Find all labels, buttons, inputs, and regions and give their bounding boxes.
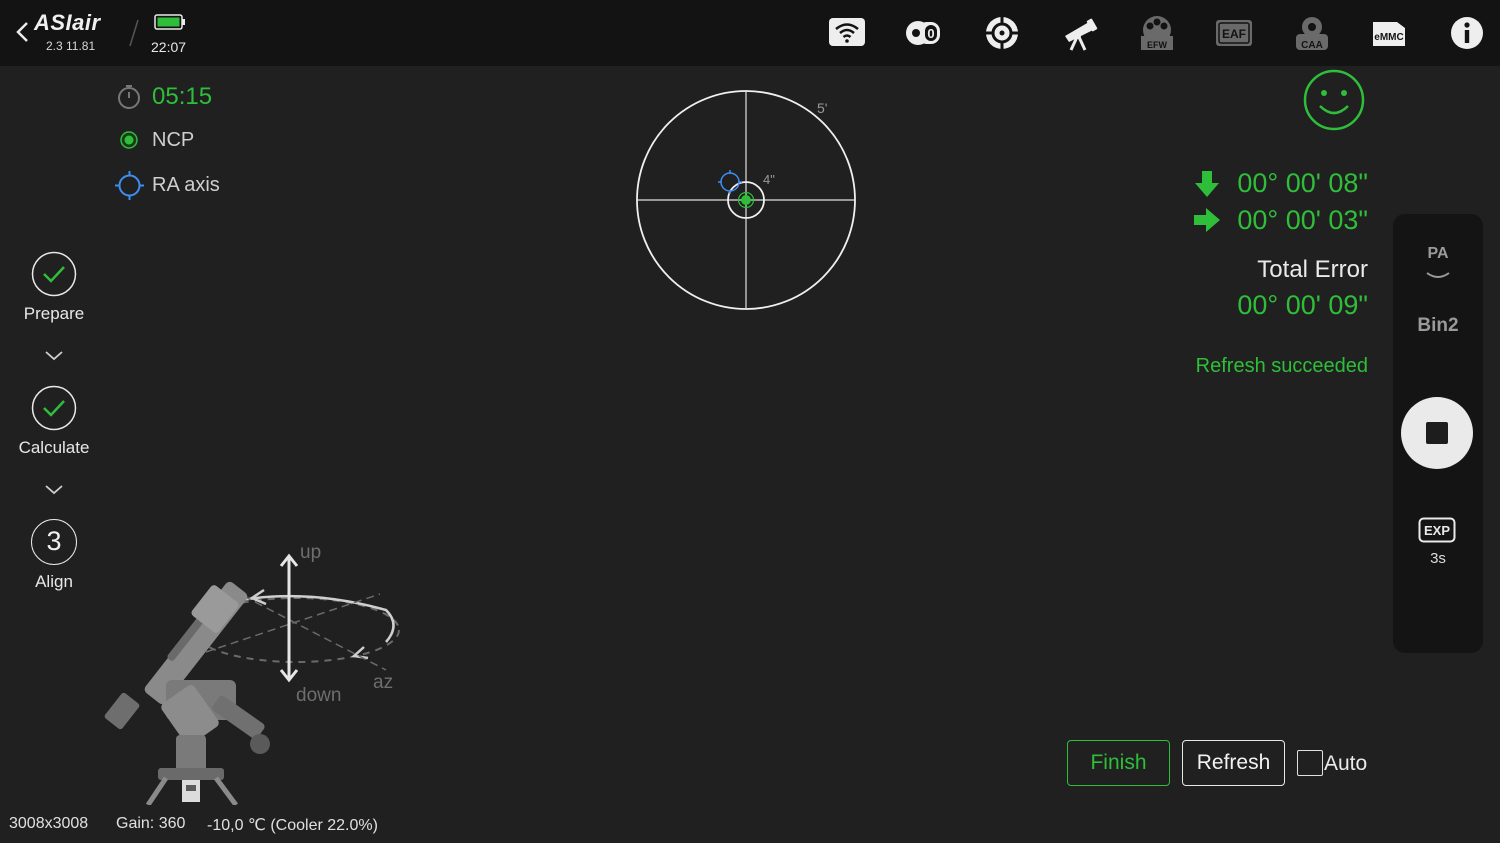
guide-scope-icon[interactable] — [982, 14, 1022, 52]
smiley-status-icon — [1303, 69, 1365, 131]
wifi-icon[interactable] — [827, 14, 867, 52]
caa-label: CAA — [1301, 40, 1323, 51]
temperature-readout: -10,0 ℃ (Cooler 22.0%) — [207, 817, 378, 834]
eaf-icon[interactable]: EAF — [1214, 14, 1254, 52]
divider — [129, 19, 139, 47]
step-align-label: Align — [35, 572, 73, 591]
refresh-button[interactable]: Refresh — [1182, 740, 1285, 786]
caa-icon[interactable]: CAA — [1292, 14, 1332, 52]
emmc-icon[interactable]: eMMC — [1369, 14, 1409, 52]
align-step-circle[interactable]: 3 — [31, 519, 77, 565]
mount-adjustment-illustration: up down az — [104, 542, 400, 805]
pa-mode-label[interactable]: PA — [1393, 245, 1483, 263]
total-error-label: Total Error — [1257, 256, 1368, 283]
refresh-status: Refresh succeeded — [1195, 355, 1368, 377]
up-label: up — [300, 542, 321, 563]
az-label: az — [373, 672, 393, 693]
elapsed-timer: 05:15 — [152, 83, 213, 110]
telescope-graphic — [104, 581, 270, 805]
camera-zero-icon[interactable]: 0 — [904, 14, 944, 52]
svg-text:0: 0 — [927, 26, 934, 41]
top-bar — [0, 0, 1500, 66]
calculate-check-icon[interactable] — [31, 385, 77, 431]
down-label: down — [296, 685, 341, 706]
align-step-number: 3 — [46, 526, 62, 556]
outer-ring-label: 5' — [817, 100, 827, 116]
clock: 22:07 — [151, 39, 187, 55]
step-prepare-label: Prepare — [23, 304, 85, 323]
chevron-down-icon — [45, 485, 63, 495]
timer-icon — [118, 85, 140, 109]
chevron-down-icon[interactable] — [1425, 270, 1451, 282]
azimuth-error: 00° 00' 03" — [1237, 205, 1368, 235]
prepare-check-icon[interactable] — [31, 251, 77, 297]
efw-icon[interactable]: EFW — [1137, 14, 1177, 52]
ra-axis-marker-icon — [115, 171, 144, 200]
exposure-label: EXP — [1424, 523, 1450, 538]
telescope-icon[interactable] — [1059, 14, 1099, 52]
app-logo: ASIair — [34, 10, 101, 35]
ncp-label: NCP — [152, 129, 195, 151]
emmc-label: eMMC — [1374, 32, 1403, 43]
auto-label[interactable]: Auto — [1324, 752, 1367, 776]
chevron-down-icon — [45, 351, 63, 361]
ncp-marker-icon — [120, 131, 138, 149]
ra-axis-position-icon — [718, 170, 742, 194]
app-version: 2.3 11.81 — [46, 39, 96, 53]
stop-icon — [1426, 422, 1448, 444]
efw-label: EFW — [1147, 40, 1168, 50]
finish-button[interactable]: Finish — [1067, 740, 1170, 786]
info-icon[interactable] — [1447, 14, 1487, 52]
ra-axis-label: RA axis — [152, 174, 220, 196]
eaf-label: EAF — [1222, 27, 1246, 41]
total-error-value: 00° 00' 09" — [1237, 290, 1368, 320]
auto-checkbox[interactable] — [1297, 750, 1323, 776]
altitude-error: 00° 00' 08" — [1237, 168, 1368, 198]
step-calculate-label: Calculate — [18, 438, 90, 457]
gain-readout: Gain: 360 — [116, 815, 186, 832]
battery-icon — [154, 14, 185, 30]
resolution-readout: 3008x3008 — [9, 815, 89, 832]
exposure-value: 3s — [1430, 550, 1446, 567]
exposure-icon[interactable]: EXP — [1418, 517, 1456, 543]
bin-setting[interactable]: Bin2 — [1393, 315, 1483, 337]
back-icon[interactable] — [14, 18, 32, 46]
inner-ring-label: 4" — [763, 172, 775, 187]
alignment-target: 5' 4" — [636, 90, 856, 310]
